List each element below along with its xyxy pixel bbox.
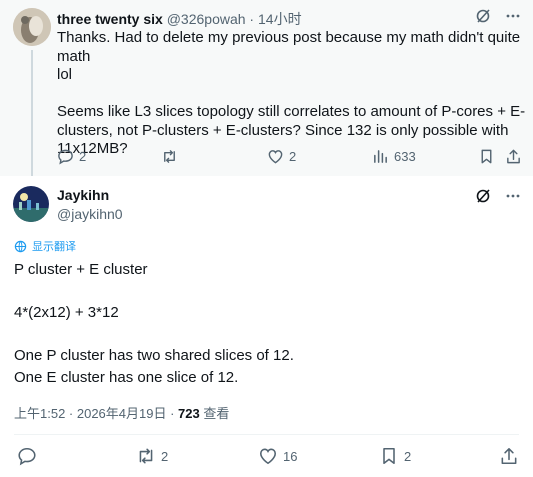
post-line [14, 324, 519, 346]
divider [14, 434, 519, 435]
reply-header: three twenty six @326powah · 14小时 [57, 9, 302, 29]
body-line: Seems like L3 slices topology still corr… [57, 103, 526, 120]
views-count: 633 [394, 149, 416, 164]
bookmark-icon [481, 149, 492, 164]
post-line: 4*(2x12) + 3*12 [14, 304, 119, 321]
retweet-button[interactable]: 2 [136, 446, 168, 466]
reply-button[interactable]: 2 [57, 148, 86, 165]
views-icon [374, 150, 387, 163]
reply-button[interactable] [17, 446, 42, 466]
more-icon[interactable] [505, 8, 521, 24]
share-button[interactable] [499, 446, 519, 466]
bookmark-icon [383, 448, 395, 464]
bookmark-button[interactable] [478, 148, 495, 165]
retweet-icon [139, 448, 153, 464]
share-button[interactable] [505, 148, 522, 165]
body-line: lol [57, 66, 73, 83]
views-count: 723 [178, 406, 200, 421]
like-button[interactable]: 16 [258, 446, 297, 466]
retweet-count: 2 [161, 448, 169, 464]
grok-icon[interactable] [475, 8, 491, 24]
post-line [14, 281, 519, 303]
show-translation-link[interactable]: 显示翻译 [14, 238, 76, 254]
post-line: One P cluster has two shared slices of 1… [14, 347, 294, 364]
like-icon [268, 150, 283, 164]
post-text: P cluster + E cluster 4*(2x12) + 3*12 On… [14, 259, 519, 388]
reply-icon [18, 447, 36, 466]
body-line: Thanks. Had to delete my previous post b… [57, 29, 521, 65]
post-line: One E cluster has one slice of 12. [14, 368, 239, 386]
share-icon [501, 448, 517, 464]
body-line: clusters, not P-clusters + E-clusters? S… [57, 121, 509, 139]
share-icon [507, 149, 520, 164]
grok-icon[interactable] [475, 188, 491, 207]
author-handle[interactable]: @jaykihn0 [57, 206, 123, 222]
post-actions: 2 16 2 [14, 446, 519, 468]
post-timestamp[interactable]: 上午1:52 · 2026年4月19日 · [14, 406, 178, 421]
reply-tweet[interactable]: three twenty six @326powah · 14小时 Thanks… [0, 0, 533, 176]
translate-label: 显示翻译 [32, 241, 76, 253]
like-button[interactable]: 2 [267, 148, 296, 165]
author-handle[interactable]: @326powah [167, 11, 246, 27]
bookmark-count: 2 [404, 448, 412, 464]
post-time[interactable]: 14小时 [258, 11, 302, 27]
views-label: 查看 [199, 406, 230, 421]
post-meta: 上午1:52 · 2026年4月19日 · 723 查看 [14, 403, 229, 422]
author-name[interactable]: three twenty six [57, 11, 163, 27]
separator: · [245, 11, 258, 27]
avatar[interactable] [13, 186, 49, 222]
reply-count: 2 [79, 149, 87, 164]
views-button[interactable]: 633 [372, 148, 416, 165]
reply-icon [58, 149, 73, 165]
avatar[interactable] [13, 8, 51, 46]
reply-body: Thanks. Had to delete my previous post b… [57, 29, 527, 159]
reply-actions: 2 2 633 [57, 148, 525, 166]
like-icon [259, 448, 277, 465]
post-line: P cluster + E cluster [14, 261, 148, 278]
like-count: 2 [289, 149, 297, 164]
thread-line [31, 50, 33, 176]
author-name[interactable]: Jaykihn [57, 187, 109, 203]
more-icon[interactable] [505, 188, 521, 207]
retweet-icon [164, 150, 175, 163]
bookmark-button[interactable]: 2 [379, 446, 411, 466]
retweet-button[interactable] [161, 148, 183, 165]
translate-icon [14, 240, 27, 252]
like-count: 16 [283, 448, 298, 464]
